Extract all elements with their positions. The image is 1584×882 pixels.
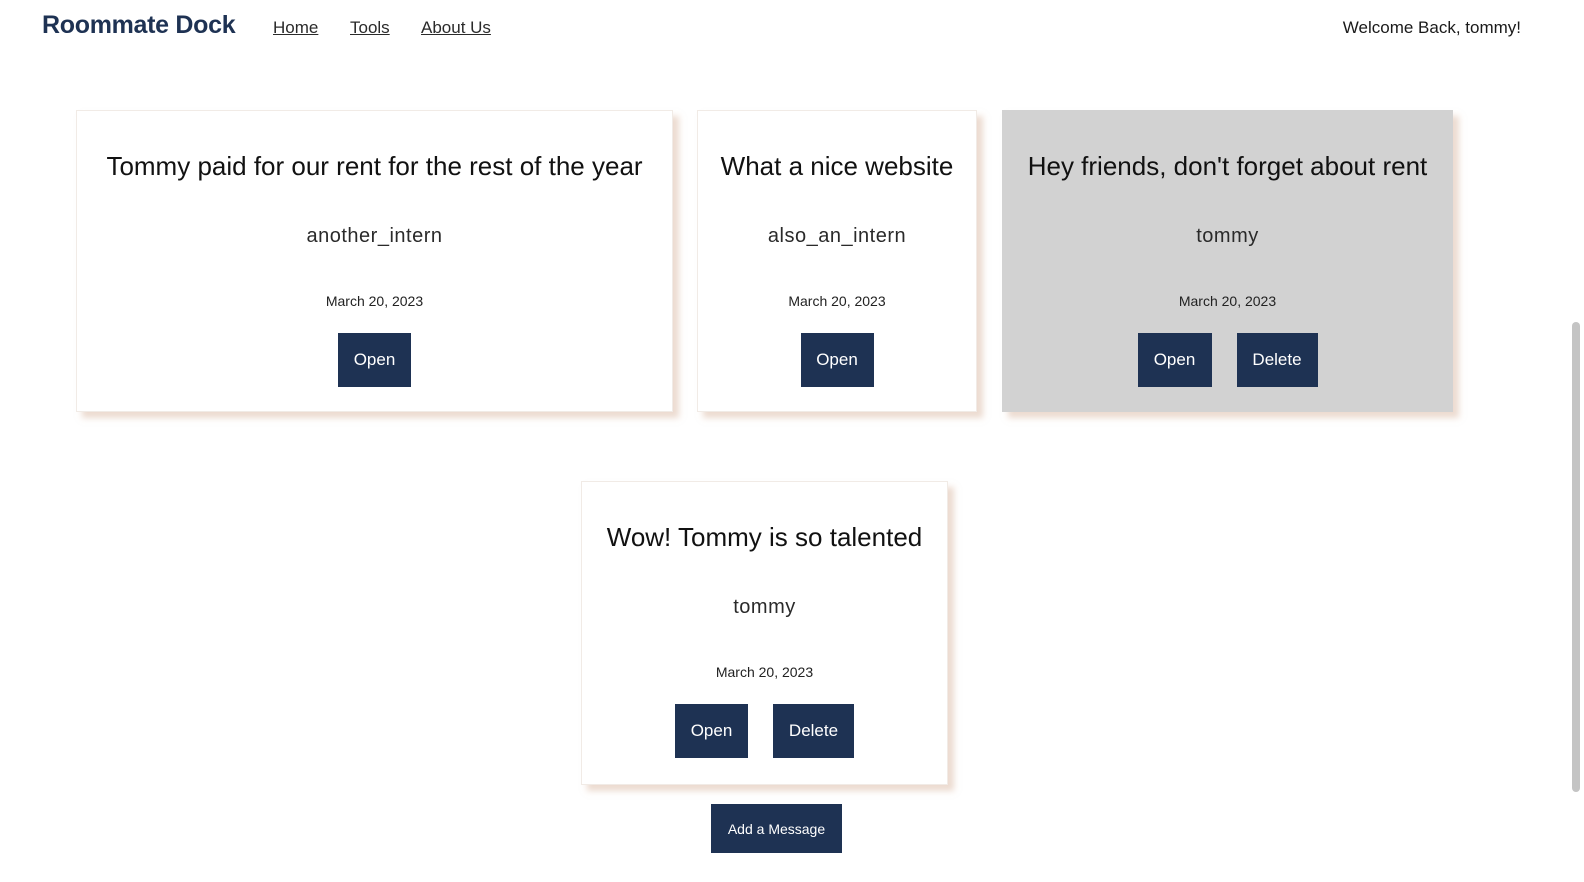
message-actions: Open xyxy=(77,333,672,387)
add-message-button[interactable]: Add a Message xyxy=(711,804,842,853)
nav-tools-link[interactable]: Tools xyxy=(350,18,390,38)
message-author: tommy xyxy=(733,596,796,618)
welcome-message: Welcome Back, tommy! xyxy=(1342,18,1521,37)
delete-button[interactable]: Delete xyxy=(773,704,854,758)
message-title: What a nice website xyxy=(720,151,954,181)
message-card-selected: Hey friends, don't forget about rent tom… xyxy=(1002,110,1453,412)
message-card: Tommy paid for our rent for the rest of … xyxy=(76,110,673,412)
message-date: March 20, 2023 xyxy=(1178,293,1277,309)
message-date: March 20, 2023 xyxy=(788,293,886,309)
message-actions: Open xyxy=(698,333,976,387)
delete-button[interactable]: Delete xyxy=(1236,333,1318,387)
message-author: also_an_intern xyxy=(767,225,907,247)
message-actions: Open Delete xyxy=(1003,333,1452,387)
message-actions: Open Delete xyxy=(582,704,947,758)
nav-home-link[interactable]: Home xyxy=(273,18,318,38)
message-date: March 20, 2023 xyxy=(325,293,424,309)
message-card: What a nice website also_an_intern March… xyxy=(697,110,977,412)
scrollbar-thumb[interactable] xyxy=(1572,322,1580,792)
page-scrollbar[interactable] xyxy=(1568,0,1584,882)
message-author: tommy xyxy=(1196,225,1259,247)
brand-logo[interactable]: Roommate Dock xyxy=(42,11,236,40)
nav-about-link[interactable]: About Us xyxy=(421,18,491,38)
message-title: Wow! Tommy is so talented xyxy=(606,522,923,552)
open-button[interactable]: Open xyxy=(1137,333,1212,387)
message-card: Wow! Tommy is so talented tommy March 20… xyxy=(581,481,948,785)
message-author: another_intern xyxy=(306,225,443,247)
message-title: Tommy paid for our rent for the rest of … xyxy=(106,151,643,181)
message-date: March 20, 2023 xyxy=(715,664,814,680)
open-button[interactable]: Open xyxy=(675,704,748,758)
open-button[interactable]: Open xyxy=(338,333,411,387)
message-title: Hey friends, don't forget about rent xyxy=(1027,151,1428,181)
open-button[interactable]: Open xyxy=(800,333,874,387)
message-board-page: Roommate Dock Home Tools About Us Welcom… xyxy=(0,0,1584,882)
